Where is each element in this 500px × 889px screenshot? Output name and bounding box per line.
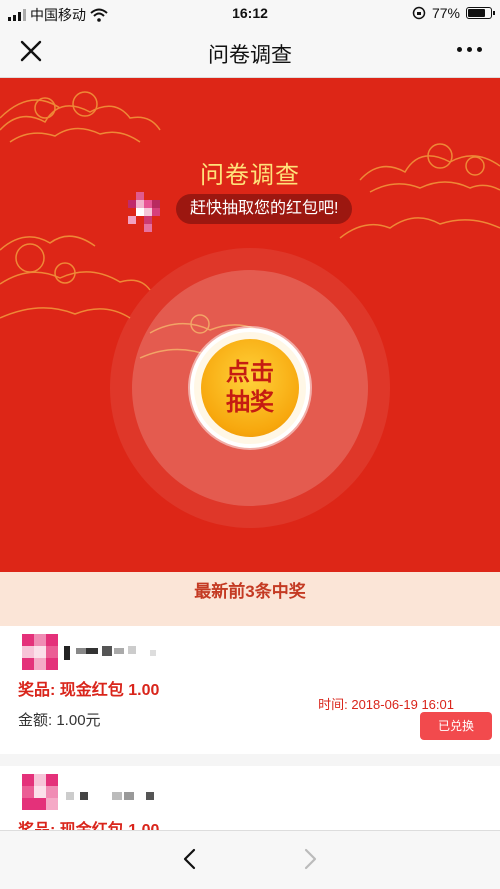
- time-value: 2018-06-19 16:01: [351, 697, 454, 712]
- browser-toolbar: [0, 830, 500, 889]
- page-title: 问卷调查: [208, 44, 292, 67]
- status-right: 77%: [412, 5, 495, 21]
- chevron-right-icon[interactable]: [298, 847, 322, 871]
- blurred-username: [64, 646, 156, 660]
- prize-name: 现金红包 1.00: [59, 682, 160, 699]
- blurred-username: [66, 792, 154, 800]
- amount-label: 金额:: [18, 712, 53, 729]
- rotation-lock-icon: [412, 6, 426, 20]
- battery-percent: 77%: [431, 5, 460, 21]
- banner-headline: 问卷调查: [200, 162, 300, 189]
- prize-label: 奖品:: [18, 682, 56, 699]
- nav-bar: 问卷调查: [0, 26, 500, 78]
- redeemed-button[interactable]: 已兑换: [420, 712, 492, 740]
- winner-card: 奖品: 现金红包 1.00: [0, 766, 500, 830]
- win-time: 时间: 2018-06-19 16:01: [318, 694, 454, 713]
- avatar: [22, 634, 58, 670]
- avatar: [22, 774, 58, 810]
- prompt-bubble: 赶快抽取您的红包吧!: [176, 194, 353, 224]
- winner-card: 奖品: 现金红包 1.00 金额: 1.00元 时间: 2018-06-19 1…: [0, 626, 500, 754]
- prize-line: 奖品: 现金红包 1.00: [18, 816, 159, 830]
- more-icon[interactable]: [457, 47, 482, 52]
- card-divider: [0, 754, 500, 766]
- winners-header: 最新前3条中奖: [0, 572, 500, 626]
- prize-name: 现金红包 1.00: [60, 822, 160, 830]
- amount-line: 金额: 1.00元: [18, 709, 101, 730]
- status-bar: 中国移动 16:12 77%: [0, 0, 500, 26]
- battery-icon: [466, 7, 495, 19]
- draw-lottery-button[interactable]: 点击抽奖: [190, 328, 310, 448]
- gold-coin: 点击抽奖: [201, 339, 299, 437]
- lottery-banner: 问卷调查 赶快抽取您的红包吧! 点击抽奖: [0, 78, 500, 572]
- time-label: 时间:: [318, 697, 348, 712]
- avatar: [128, 192, 160, 232]
- draw-button-label: 点击抽奖: [226, 359, 274, 416]
- amount-value: 1.00元: [56, 712, 101, 729]
- prize-line: 奖品: 现金红包 1.00: [18, 676, 159, 700]
- chevron-left-icon[interactable]: [178, 847, 202, 871]
- prize-label: 奖品:: [18, 822, 55, 830]
